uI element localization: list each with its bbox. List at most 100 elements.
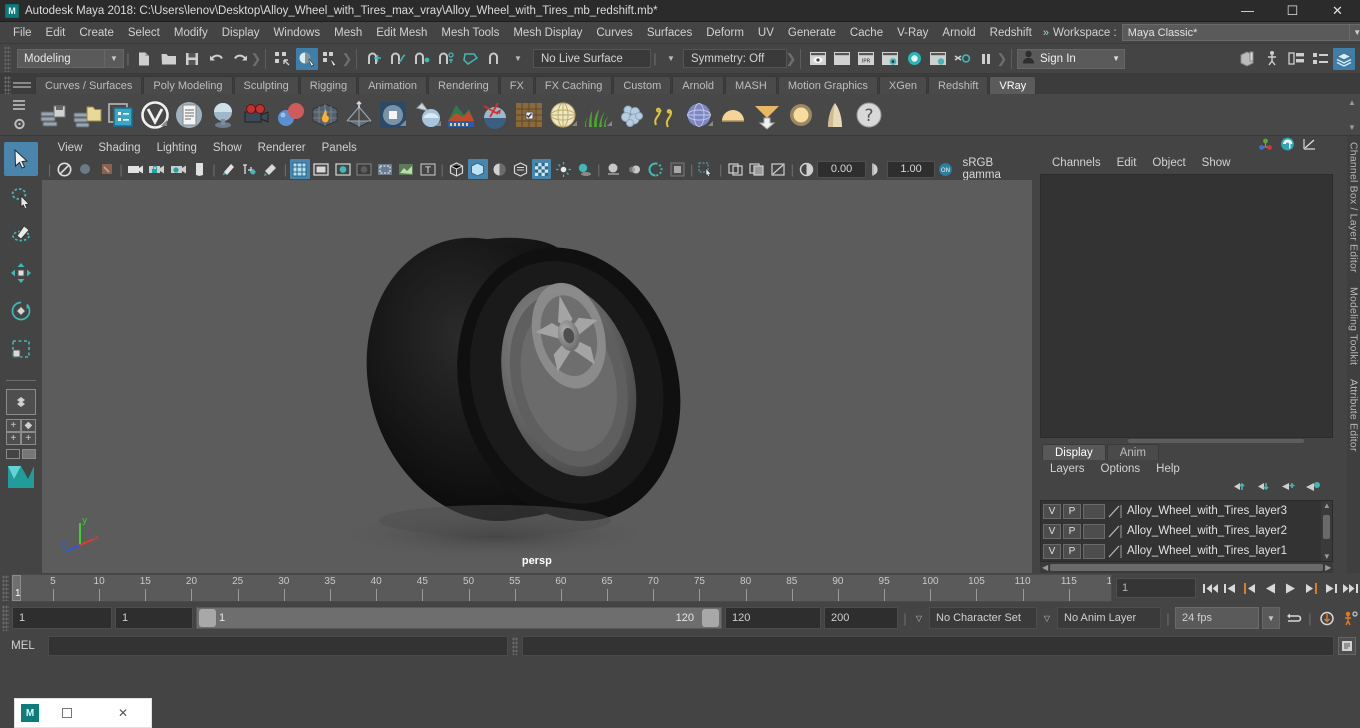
layout-preset-small-2[interactable]	[21, 449, 36, 459]
viewport-menu-renderer[interactable]: Renderer	[250, 138, 314, 158]
menu-edit-mesh[interactable]: Edit Mesh	[369, 22, 434, 44]
vray-save-icon[interactable]	[37, 99, 69, 131]
layer-menu-help[interactable]: Help	[1148, 463, 1188, 475]
current-time-indicator[interactable]: 1	[12, 575, 21, 601]
gamma-icon[interactable]	[867, 159, 886, 179]
script-language-label[interactable]: MEL	[2, 640, 44, 652]
character-set-field[interactable]: No Character Set	[929, 607, 1037, 629]
restore-window-button[interactable]	[39, 698, 95, 728]
channel-menu-edit[interactable]: Edit	[1109, 157, 1145, 169]
maximize-button[interactable]: ☐	[1270, 0, 1315, 22]
step-forward-frame-icon[interactable]	[1300, 577, 1320, 599]
select-tool-button[interactable]	[3, 142, 38, 176]
layer-playback-toggle[interactable]: P	[1063, 543, 1081, 559]
playback-speed-arrow-icon[interactable]: ▼	[1262, 607, 1280, 629]
shaded-wireframe-icon[interactable]	[490, 159, 509, 179]
time-slider[interactable]: 1 5 10 15 20 25 30 35 40 45 50 55 60 65 70 75 80 85 90 95 1…	[11, 574, 1112, 602]
viewport-menu-shading[interactable]: Shading	[90, 138, 148, 158]
tab-anim-layers[interactable]: Anim	[1106, 444, 1159, 460]
shelf-side-controls[interactable]	[2, 94, 36, 136]
snap-to-view-plane-icon[interactable]	[459, 48, 481, 70]
snap-to-grid-icon[interactable]	[363, 48, 385, 70]
minimize-button[interactable]: —	[1225, 0, 1270, 22]
layer-type-toggle[interactable]	[1083, 543, 1105, 559]
vray-sky-icon[interactable]	[683, 99, 715, 131]
new-layer-icon[interactable]	[1305, 480, 1321, 496]
menu-create[interactable]: Create	[72, 22, 121, 44]
shelf-tab-mash[interactable]: MASH	[725, 76, 777, 94]
scroll-down-icon[interactable]: ▼	[1323, 552, 1331, 561]
snap-to-curve-icon[interactable]	[387, 48, 409, 70]
menu-windows[interactable]: Windows	[266, 22, 327, 44]
current-frame-field[interactable]: 1	[1116, 578, 1196, 598]
select-by-object-type-icon[interactable]	[296, 47, 318, 70]
vray-frame-buffer-icon[interactable]	[173, 99, 205, 131]
smooth-shade-all-icon[interactable]	[468, 159, 488, 179]
shelf-tab-arnold[interactable]: Arnold	[672, 76, 725, 94]
gate-mask-icon[interactable]	[354, 159, 373, 179]
sign-in-button[interactable]: Sign In ▼	[1017, 48, 1125, 69]
menu-deform[interactable]: Deform	[699, 22, 751, 44]
viewport-menu-view[interactable]: View	[50, 138, 91, 158]
anim-layer-arrow-icon[interactable]: ▽	[1040, 607, 1054, 629]
lock-camera-icon[interactable]	[147, 159, 166, 179]
vray-plane-icon[interactable]	[751, 99, 783, 131]
menu-edit[interactable]: Edit	[39, 22, 73, 44]
make-live-icon[interactable]	[483, 48, 505, 70]
xray-joints-icon[interactable]	[397, 159, 416, 179]
playback-end-field[interactable]: 120	[725, 607, 821, 629]
bookmark-view-icon[interactable]	[97, 159, 116, 179]
shelf-tab-fx[interactable]: FX	[499, 76, 534, 94]
xray-active-components-icon[interactable]: T	[418, 159, 437, 179]
viewport-background-icon[interactable]	[668, 159, 687, 179]
vray-displacement-icon[interactable]	[445, 99, 477, 131]
menuset-dropdown-arrow-icon[interactable]: ▼	[105, 49, 124, 68]
layer-name[interactable]: Alloy_Wheel_with_Tires_layer1	[1127, 545, 1287, 557]
layout-preset-four-pane-button[interactable]: ◆	[20, 419, 36, 432]
anim-layer-field[interactable]: No Anim Layer	[1057, 607, 1161, 629]
auto-key-loop-icon[interactable]	[1283, 607, 1303, 629]
snap-to-projected-center-icon[interactable]	[435, 48, 457, 70]
move-layer-up-icon[interactable]	[1233, 480, 1249, 496]
isolate-select-icon[interactable]	[697, 159, 716, 179]
layout-preset-row[interactable]	[5, 449, 36, 459]
toggle-tool-settings-icon[interactable]	[1309, 48, 1331, 70]
move-layer-down-icon[interactable]	[1257, 480, 1273, 496]
camera-settings-icon[interactable]	[169, 159, 188, 179]
shelf-tab-rigging[interactable]: Rigging	[299, 76, 358, 94]
channel-menu-object[interactable]: Object	[1144, 157, 1193, 169]
vray-mesh-light-icon[interactable]	[343, 99, 375, 131]
shelf-menu-icon[interactable]	[13, 80, 31, 90]
shelf-scroll-down-icon[interactable]: ▼	[1348, 123, 1356, 132]
table-row[interactable]: V P Alloy_Wheel_with_Tires_layer1	[1041, 541, 1332, 561]
toggle-attribute-editor-icon[interactable]	[1285, 48, 1307, 70]
open-scene-icon[interactable]	[157, 48, 179, 70]
layer-name[interactable]: Alloy_Wheel_with_Tires_layer2	[1127, 525, 1287, 537]
channel-menu-show[interactable]: Show	[1194, 157, 1239, 169]
redo-icon[interactable]	[229, 48, 251, 70]
motion-blur-icon[interactable]	[625, 159, 644, 179]
ambient-occlusion-icon[interactable]	[261, 159, 280, 179]
texture-checker-icon[interactable]	[532, 159, 552, 179]
shelf-tab-xgen[interactable]: XGen	[878, 76, 928, 94]
layer-playback-toggle[interactable]: P	[1063, 503, 1081, 519]
close-window-button[interactable]: ✕	[95, 698, 151, 728]
go-to-end-icon[interactable]	[1340, 577, 1360, 599]
sign-in-arrow-icon[interactable]: ▼	[1112, 54, 1120, 63]
vray-dome-light-icon[interactable]	[411, 99, 443, 131]
table-row[interactable]: V P Alloy_Wheel_with_Tires_layer3	[1041, 501, 1332, 521]
vray-material-icon[interactable]	[207, 99, 239, 131]
multisample-aa-icon[interactable]	[646, 159, 665, 179]
channel-box-content[interactable]	[1040, 174, 1334, 438]
toggle-rig-panel-icon[interactable]	[1261, 48, 1283, 70]
menu-overflow-icon[interactable]: »	[1039, 27, 1053, 39]
layout-preset-outliner-button[interactable]: +	[5, 432, 21, 445]
gamma-value-field[interactable]: 1.00	[886, 160, 936, 178]
command-input[interactable]	[48, 636, 508, 656]
layer-visibility-toggle[interactable]: V	[1043, 523, 1061, 539]
vray-light-sphere-icon[interactable]	[377, 99, 409, 131]
new-layer-from-selected-icon[interactable]	[1281, 480, 1297, 496]
vray-clipper-icon[interactable]	[547, 99, 579, 131]
playback-start-field[interactable]: 1	[115, 607, 193, 629]
shelf-tab-fx-caching[interactable]: FX Caching	[534, 76, 613, 94]
